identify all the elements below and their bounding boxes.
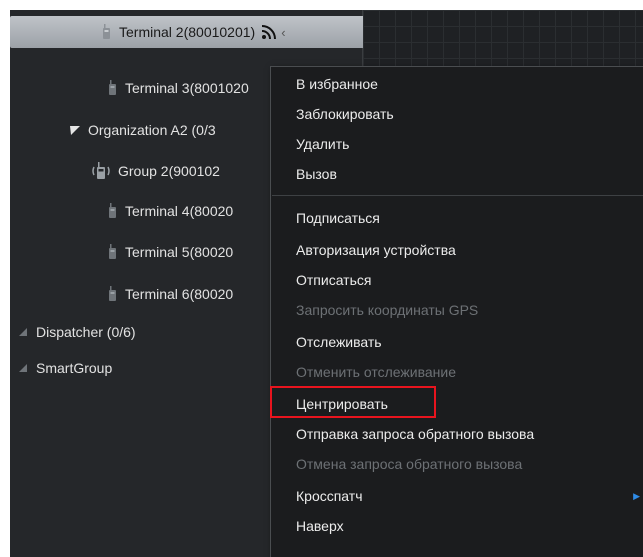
- chevron-right-icon: ▶: [633, 490, 640, 501]
- tree-item-label: Dispatcher (0/6): [36, 324, 136, 340]
- menu-item-to-top[interactable]: Наверх: [271, 511, 643, 541]
- menu-item-add-favorites[interactable]: В избранное: [271, 69, 643, 99]
- menu-separator: [272, 195, 643, 196]
- app-frame: Terminal 2(80010201) ‹ Terminal 3(800102…: [10, 10, 643, 557]
- radio-handset-icon: [108, 80, 117, 96]
- chevron-left-icon: ‹: [281, 24, 286, 40]
- tree-item-label: SmartGroup: [36, 360, 113, 376]
- menu-item-label: Кросспатч: [296, 488, 363, 504]
- radio-handset-icon: [108, 244, 117, 260]
- menu-item-callback-request[interactable]: Отправка запроса обратного вызова: [271, 419, 643, 449]
- menu-item-delete[interactable]: Удалить: [271, 129, 643, 159]
- menu-item-call[interactable]: Вызов: [271, 159, 643, 189]
- triangle-collapsed-icon[interactable]: [18, 327, 28, 337]
- menu-item-subscribe[interactable]: Подписаться: [271, 203, 643, 233]
- group-radio-icon: [92, 162, 110, 180]
- triangle-collapsed-icon[interactable]: [18, 363, 28, 373]
- radio-handset-icon: [108, 203, 117, 219]
- menu-item-cancel-tracking: Отменить отслеживание: [296, 364, 456, 380]
- rss-signal-icon: [261, 24, 277, 40]
- tree-item-label: Terminal 2(80010201): [119, 24, 256, 40]
- menu-item-request-gps: Запросить координаты GPS: [296, 302, 479, 318]
- tree-item-label: Terminal 6(80020: [125, 286, 234, 302]
- radio-handset-icon: [102, 24, 111, 40]
- tree-item-label: Terminal 4(80020: [125, 203, 234, 219]
- highlight-box: [270, 386, 436, 418]
- menu-item-unsubscribe[interactable]: Отписаться: [271, 265, 643, 295]
- radio-handset-icon: [108, 286, 117, 302]
- context-menu: В избранное Заблокировать Удалить Вызов …: [270, 66, 643, 557]
- tree-item-label: Terminal 3(8001020: [125, 80, 249, 96]
- menu-item-crosspatch[interactable]: Кросспатч ▶: [271, 481, 643, 511]
- menu-item-cancel-callback-request: Отмена запроса обратного вызова: [296, 456, 523, 472]
- menu-item-device-authorization[interactable]: Авторизация устройства: [271, 235, 643, 265]
- triangle-expanded-icon[interactable]: [70, 125, 80, 135]
- tree-item-label: Organization A2 (0/3: [88, 122, 216, 138]
- tree-item-label: Group 2(900102: [118, 163, 220, 179]
- tree-item-label: Terminal 5(80020: [125, 244, 234, 260]
- menu-item-block[interactable]: Заблокировать: [271, 99, 643, 129]
- menu-item-track[interactable]: Отслеживать: [271, 327, 643, 357]
